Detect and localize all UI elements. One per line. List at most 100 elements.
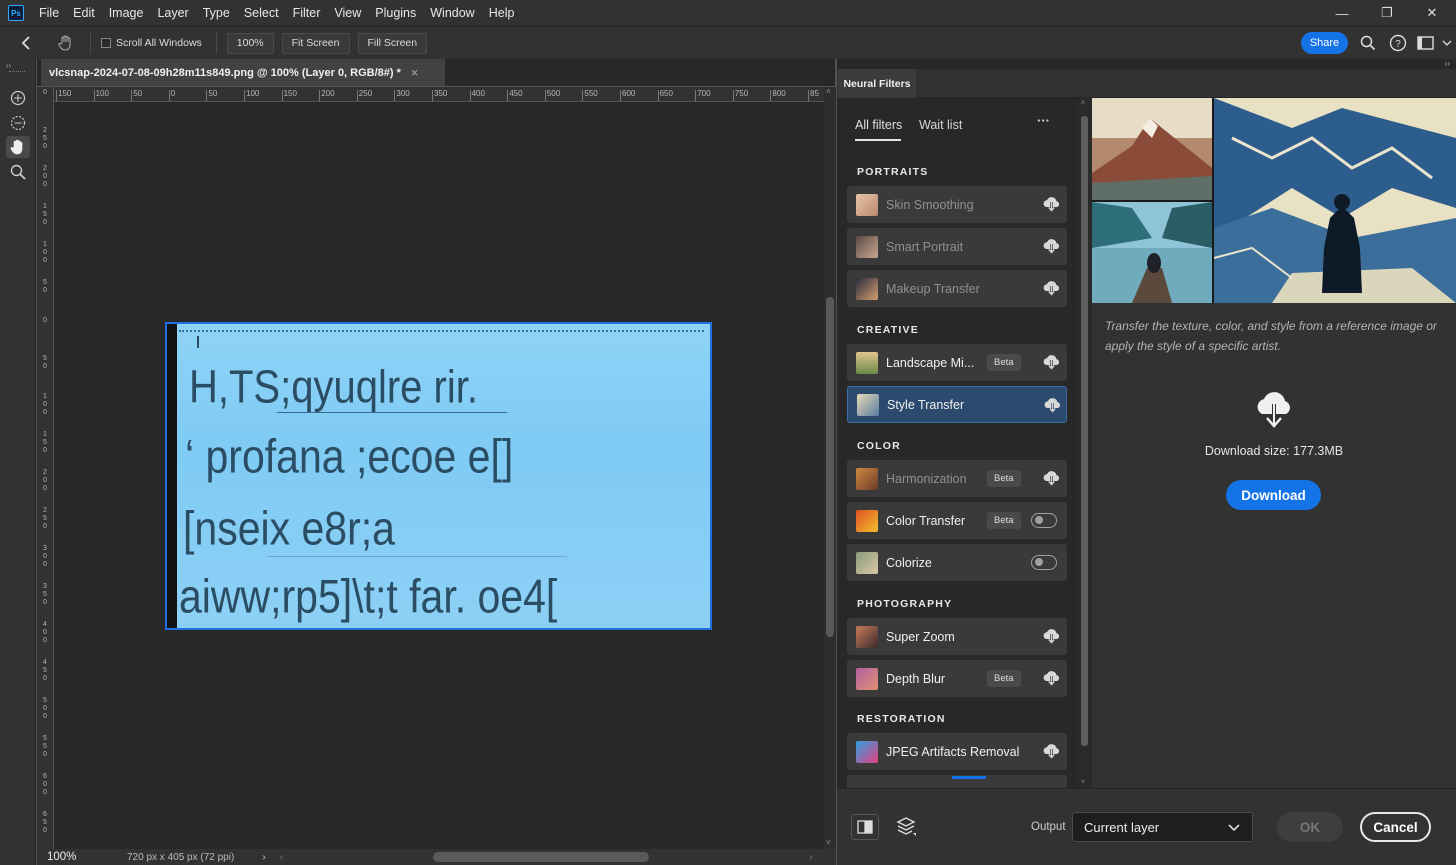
- document-info-arrow-icon[interactable]: ›: [262, 851, 266, 863]
- canvas-vertical-scroll-thumb[interactable]: [826, 297, 834, 637]
- zoom-level[interactable]: 100%: [47, 851, 87, 863]
- beta-badge: Beta: [987, 512, 1021, 529]
- layer-preview-icon[interactable]: [895, 816, 917, 841]
- document-image[interactable]: H,TS;qyuqlre rir. ‘ profana ;ecoe e[] [n…: [165, 322, 712, 630]
- minimize-button[interactable]: —: [1320, 0, 1364, 26]
- scroll-all-windows-checkbox[interactable]: Scroll All Windows: [101, 37, 202, 49]
- ruler-v-tick-label: 4 5 0: [43, 659, 47, 682]
- filter-label: Skin Smoothing: [886, 197, 974, 212]
- ruler-h-tick-label: 550: [584, 89, 598, 98]
- ruler-v-tick-label: 4 0 0: [43, 621, 47, 644]
- filter-thumbnail: [856, 193, 878, 216]
- zoom-tool-icon[interactable]: [6, 161, 30, 183]
- ruler-v-tick-label: 1 0 0: [43, 241, 47, 264]
- menu-file[interactable]: File: [32, 0, 66, 26]
- menu-layer[interactable]: Layer: [150, 0, 195, 26]
- hand-tool-icon[interactable]: [6, 136, 30, 158]
- tab-all-filters[interactable]: All filters: [855, 118, 902, 141]
- menu-filter[interactable]: Filter: [286, 0, 328, 26]
- share-button[interactable]: Share: [1301, 32, 1348, 54]
- section-portraits: PORTRAITS: [857, 166, 929, 178]
- ruler-v-tick-label: 5 0: [43, 279, 47, 294]
- back-arrow-icon[interactable]: [0, 35, 52, 51]
- filter-jpeg-artifacts-removal[interactable]: JPEG Artifacts Removal: [847, 733, 1067, 770]
- more-options-icon[interactable]: ···: [1037, 113, 1050, 128]
- cancel-button[interactable]: Cancel: [1360, 812, 1431, 842]
- ruler-v-tick-label: 2 0 0: [43, 469, 47, 492]
- neural-filters-footer: Output Current layer OK Cancel: [837, 788, 1456, 865]
- filter-smart-portrait[interactable]: Smart Portrait: [847, 228, 1067, 265]
- filter-depth-blur[interactable]: Depth Blur Beta: [847, 660, 1067, 697]
- filter-description: Transfer the texture, color, and style f…: [1105, 319, 1437, 353]
- scroll-up-icon[interactable]: ˄: [826, 87, 831, 96]
- ruler-v-tick-label: 1 0 0: [43, 393, 47, 416]
- section-color: COLOR: [857, 440, 901, 452]
- filter-harmonization[interactable]: Harmonization Beta: [847, 460, 1067, 497]
- filter-skin-smoothing[interactable]: Skin Smoothing: [847, 186, 1067, 223]
- fill-screen-button[interactable]: Fill Screen: [357, 32, 428, 54]
- cloud-download-icon[interactable]: [1042, 238, 1060, 254]
- fit-screen-button[interactable]: Fit Screen: [281, 32, 350, 54]
- cloud-download-icon[interactable]: [1042, 196, 1060, 212]
- show-original-icon[interactable]: [851, 814, 879, 840]
- workspace-icon[interactable]: [1416, 33, 1436, 53]
- cloud-download-icon[interactable]: [1042, 470, 1060, 486]
- document-tab[interactable]: vlcsnap-2024-07-08-09h28m11s849.png @ 10…: [41, 59, 445, 86]
- close-document-icon[interactable]: ×: [411, 65, 419, 80]
- scroll-down-icon[interactable]: ˅: [826, 838, 831, 847]
- menu-view[interactable]: View: [327, 0, 368, 26]
- cloud-download-icon[interactable]: [1042, 670, 1060, 686]
- rotate-view-icon[interactable]: [6, 87, 30, 109]
- menu-image[interactable]: Image: [102, 0, 151, 26]
- scroll-left-icon[interactable]: ‹: [280, 851, 284, 863]
- neural-filters-tab[interactable]: Neural Filters: [838, 69, 916, 98]
- close-window-button[interactable]: ✕: [1410, 0, 1454, 26]
- vertical-ruler[interactable]: 0 2 5 0 2 0 0 1 5 0 1 0 0 5 0 0 5 0 1 0 0 1 5 0 2 …: [37, 87, 54, 849]
- filter-thumbnail: [857, 393, 879, 416]
- filter-toggle[interactable]: [1031, 555, 1057, 570]
- cloud-download-icon[interactable]: [1042, 628, 1060, 644]
- ok-button[interactable]: OK: [1277, 812, 1343, 842]
- menu-help[interactable]: Help: [482, 0, 522, 26]
- horizontal-ruler[interactable]: 150 100 50 0 50 100 150 200 250 300 350 400 450 500 55…: [54, 87, 824, 102]
- cloud-download-icon[interactable]: [1042, 280, 1060, 296]
- menu-type[interactable]: Type: [196, 0, 237, 26]
- filter-thumbnail: [856, 625, 878, 648]
- output-select[interactable]: Current layer: [1072, 812, 1253, 842]
- restore-button[interactable]: ❐: [1365, 0, 1409, 26]
- filter-colorize[interactable]: Colorize: [847, 544, 1067, 581]
- scroll-right-icon[interactable]: ›: [809, 851, 813, 863]
- menu-window[interactable]: Window: [423, 0, 481, 26]
- scroll-all-windows-label: Scroll All Windows: [116, 37, 202, 49]
- filter-landscape-mi[interactable]: Landscape Mi... Beta: [847, 344, 1067, 381]
- menu-plugins[interactable]: Plugins: [368, 0, 423, 26]
- workspace-dropdown-icon[interactable]: [1440, 33, 1454, 53]
- cloud-download-icon[interactable]: [1042, 354, 1060, 370]
- ruler-h-tick-label: 0: [170, 89, 176, 98]
- filter-style-transfer[interactable]: Style Transfer: [847, 386, 1067, 423]
- search-icon[interactable]: [1358, 33, 1378, 53]
- filters-list-scrollbar[interactable]: ˄ ˅: [1077, 98, 1092, 788]
- cloud-download-icon[interactable]: [1042, 743, 1060, 759]
- filter-toggle[interactable]: [1031, 513, 1057, 528]
- menu-select[interactable]: Select: [237, 0, 286, 26]
- zoom-out-view-icon[interactable]: [6, 112, 30, 134]
- zoom-100-button[interactable]: 100%: [226, 32, 274, 54]
- menu-edit[interactable]: Edit: [66, 0, 102, 26]
- expand-panel-icon[interactable]: ››: [1445, 59, 1450, 68]
- cloud-download-icon[interactable]: [1043, 397, 1061, 413]
- output-select-value: Current layer: [1084, 819, 1160, 835]
- help-icon[interactable]: ?: [1388, 33, 1408, 53]
- filter-thumbnail: [856, 667, 878, 690]
- filter-thumbnail: [856, 740, 878, 763]
- hand-tool-preset-icon[interactable]: [52, 34, 80, 52]
- filters-list-scroll-thumb[interactable]: [1081, 116, 1088, 746]
- filter-super-zoom[interactable]: Super Zoom: [847, 618, 1067, 655]
- filter-makeup-transfer[interactable]: Makeup Transfer: [847, 270, 1067, 307]
- download-button[interactable]: Download: [1226, 480, 1321, 510]
- tab-wait-list[interactable]: Wait list: [919, 118, 962, 132]
- collapse-tools-icon[interactable]: ››: [6, 61, 11, 70]
- filter-color-transfer[interactable]: Color Transfer Beta: [847, 502, 1067, 539]
- canvas-horizontal-scroll-thumb[interactable]: [433, 852, 649, 862]
- canvas-vertical-scrollbar[interactable]: ˄ ˅: [824, 87, 836, 849]
